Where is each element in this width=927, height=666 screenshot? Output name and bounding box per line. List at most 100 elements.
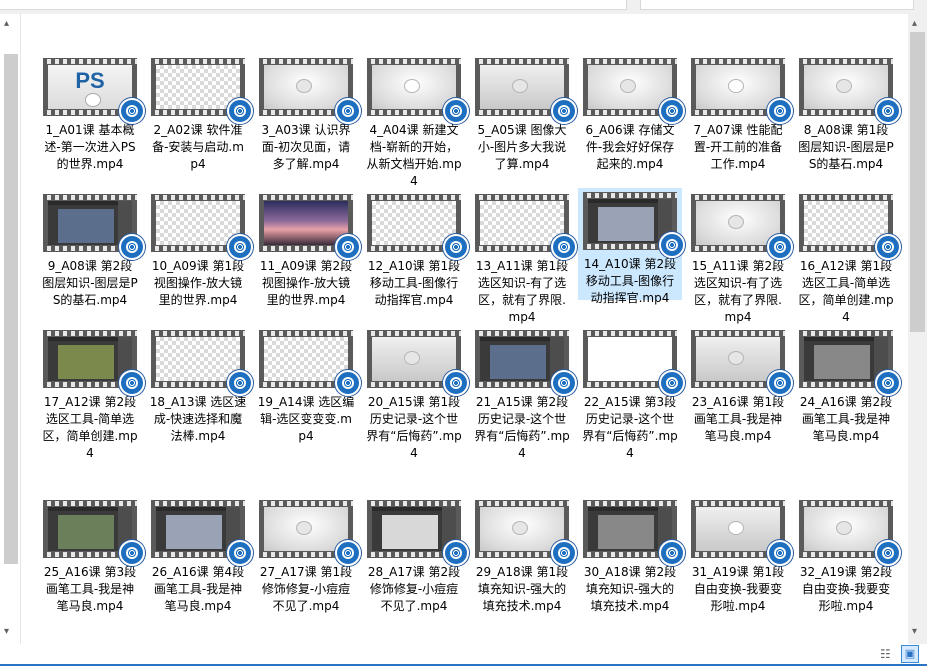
video-player-icon xyxy=(659,540,685,566)
thumbnail-subject xyxy=(296,79,312,93)
details-view-icon[interactable]: ☷ xyxy=(880,647,894,661)
thumbnail-frame xyxy=(156,507,240,551)
file-name: 25_A16课 第3段 画笔工具-我是神笔马良.mp4 xyxy=(43,565,137,613)
thumbnail-frame xyxy=(264,337,348,381)
address-bar[interactable] xyxy=(0,0,627,10)
video-thumbnail xyxy=(367,58,469,124)
thumbnail-frame xyxy=(480,337,564,381)
thumbnail-frame xyxy=(372,337,456,381)
file-item[interactable]: 23_A16课 第1段 画笔工具-我是神笔马良.mp4 xyxy=(686,326,793,445)
thumbnail-frame xyxy=(696,337,780,381)
film-strip-holes xyxy=(691,59,785,64)
thumbnail-subject xyxy=(512,521,528,535)
video-player-icon xyxy=(767,370,793,396)
film-strip-holes xyxy=(583,59,677,64)
file-item[interactable]: 24_A16课 第2段 画笔工具-我是神笔马良.mp4 xyxy=(794,326,901,445)
file-grid: PS 1_A01课 基本概述-第一次进入PS的世界.mp4 2_A02课 软件准备-… xyxy=(38,54,908,644)
file-name: 19_A14课 选区编辑-选区变变变.mp4 xyxy=(257,395,355,443)
file-item[interactable]: 31_A19课 第1段 自由变换-我要变形啦.mp4 xyxy=(686,496,793,615)
video-player-icon xyxy=(443,234,469,260)
video-player-icon xyxy=(551,234,577,260)
file-item[interactable]: 20_A15课 第1段 历史记录-这个世界有“后悔药”.mp4 xyxy=(362,326,469,462)
file-item[interactable]: 30_A18课 第2段 填充知识-强大的填充技术.mp4 xyxy=(578,496,685,615)
video-player-icon xyxy=(875,234,901,260)
status-bar: ☷ ▣ xyxy=(0,644,927,666)
file-item[interactable]: 29_A18课 第1段 填充知识-强大的填充技术.mp4 xyxy=(470,496,577,615)
file-name: 23_A16课 第1段 画笔工具-我是神笔马良.mp4 xyxy=(691,395,785,443)
file-item[interactable]: 19_A14课 选区编辑-选区变变变.mp4 xyxy=(254,326,361,445)
file-name: 1_A01课 基本概述-第一次进入PS的世界.mp4 xyxy=(44,123,136,171)
file-item[interactable]: PS 1_A01课 基本概述-第一次进入PS的世界.mp4 xyxy=(38,54,145,173)
video-player-icon xyxy=(227,540,253,566)
file-item[interactable]: 26_A16课 第4段 画笔工具-我是神笔马良.mp4 xyxy=(146,496,253,615)
film-strip-holes xyxy=(151,331,245,336)
video-player-icon xyxy=(335,540,361,566)
video-thumbnail xyxy=(259,500,361,566)
file-name: 13_A11课 第1段 选区知识-有了选区，就有了界限.mp4 xyxy=(475,259,569,324)
file-item[interactable]: 10_A09课 第1段 视图操作-放大镜里的世界.mp4 xyxy=(146,190,253,309)
film-strip-holes xyxy=(259,195,353,200)
file-item[interactable]: 5_A05课 图像大小-图片多大我说了算.mp4 xyxy=(470,54,577,173)
file-item[interactable]: 16_A12课 第1段 选区工具-简单选区，简单创建.mp4 xyxy=(794,190,901,326)
file-name: 16_A12课 第1段 选区工具-简单选区，简单创建.mp4 xyxy=(798,259,894,324)
thumbnail-subject xyxy=(296,521,312,535)
video-thumbnail xyxy=(799,330,901,396)
scroll-up-arrow-icon[interactable]: ▴ xyxy=(4,18,9,29)
file-item[interactable]: 27_A17课 第1段 修饰修复-小痘痘不见了.mp4 xyxy=(254,496,361,615)
video-player-icon xyxy=(551,370,577,396)
large-icons-view-icon[interactable]: ▣ xyxy=(901,645,919,663)
video-thumbnail xyxy=(583,330,685,396)
video-thumbnail xyxy=(583,500,685,566)
app-canvas xyxy=(58,515,114,549)
file-item[interactable]: 17_A12课 第2段 选区工具-简单选区，简单创建.mp4 xyxy=(38,326,145,462)
video-thumbnail xyxy=(151,330,253,396)
file-item[interactable]: 3_A03课 认识界面-初次见面，请多了解.mp4 xyxy=(254,54,361,173)
file-name: 14_A10课 第2段 移动工具-图像行动指挥官.mp4 xyxy=(583,257,677,305)
video-player-icon xyxy=(443,370,469,396)
file-item[interactable]: 9_A08课 第2段 图层知识-图层是PS的基石.mp4 xyxy=(38,190,145,309)
file-item[interactable]: 21_A15课 第2段 历史记录-这个世界有“后悔药”.mp4 xyxy=(470,326,577,462)
scroll-down-arrow-icon[interactable]: ▾ xyxy=(4,626,9,637)
pane-splitter[interactable] xyxy=(20,14,21,644)
video-thumbnail: PS xyxy=(43,58,145,124)
file-name: 31_A19课 第1段 自由变换-我要变形啦.mp4 xyxy=(691,565,785,613)
navigation-pane-scrollbar-thumb[interactable] xyxy=(4,54,18,564)
video-player-icon xyxy=(875,540,901,566)
file-item[interactable]: 6_A06课 存储文件-我会好好保存起来的.mp4 xyxy=(578,54,685,173)
thumbnail-frame xyxy=(264,201,348,245)
video-thumbnail xyxy=(367,194,469,260)
search-box[interactable] xyxy=(640,0,914,10)
thumbnail-frame: PS xyxy=(48,65,132,109)
file-item[interactable]: 18_A13课 选区速成-快速选择和魔法棒.mp4 xyxy=(146,326,253,445)
thumbnail-subject xyxy=(404,351,420,365)
file-item[interactable]: 22_A15课 第3段 历史记录-这个世界有“后悔药”.mp4 xyxy=(578,326,685,462)
video-player-icon xyxy=(875,98,901,124)
film-strip-holes xyxy=(151,59,245,64)
video-player-icon xyxy=(335,234,361,260)
scrollbar-thumb[interactable] xyxy=(910,32,925,332)
file-item[interactable]: 25_A16课 第3段 画笔工具-我是神笔马良.mp4 xyxy=(38,496,145,615)
file-item[interactable]: 28_A17课 第2段 修饰修复-小痘痘不见了.mp4 xyxy=(362,496,469,615)
file-item[interactable]: 2_A02课 软件准备-安装与启动.mp4 xyxy=(146,54,253,173)
file-item[interactable]: 13_A11课 第1段 选区知识-有了选区，就有了界限.mp4 xyxy=(470,190,577,326)
scroll-down-arrow-icon[interactable]: ▾ xyxy=(912,626,917,637)
file-item[interactable]: 12_A10课 第1段 移动工具-图像行动指挥官.mp4 xyxy=(362,190,469,309)
vertical-scrollbar[interactable]: ▴ ▾ xyxy=(908,14,927,644)
file-item[interactable]: 32_A19课 第2段 自由变换-我要变形啦.mp4 xyxy=(794,496,901,615)
thumbnail-frame xyxy=(372,201,456,245)
scroll-up-arrow-icon[interactable]: ▴ xyxy=(912,18,917,29)
video-thumbnail xyxy=(151,500,253,566)
app-canvas xyxy=(58,209,114,243)
file-item[interactable]: 15_A11课 第2段 选区知识-有了选区，就有了界限.mp4 xyxy=(686,190,793,326)
file-item[interactable]: 8_A08课 第1段 图层知识-图层是PS的基石.mp4 xyxy=(794,54,901,173)
film-strip-holes xyxy=(691,195,785,200)
video-player-icon xyxy=(443,540,469,566)
thumbnail-frame xyxy=(372,65,456,109)
file-item[interactable]: 14_A10课 第2段 移动工具-图像行动指挥官.mp4 xyxy=(578,188,685,305)
file-item[interactable]: 7_A07课 性能配置-开工前的准备工作.mp4 xyxy=(686,54,793,173)
video-thumbnail xyxy=(583,58,685,124)
thumbnail-subject xyxy=(836,521,852,535)
film-strip-holes xyxy=(691,331,785,336)
file-item[interactable]: 4_A04课 新建文档-崭新的开始，从新文档开始.mp4 xyxy=(362,54,469,190)
file-item[interactable]: 11_A09课 第2段 视图操作-放大镜里的世界.mp4 xyxy=(254,190,361,309)
